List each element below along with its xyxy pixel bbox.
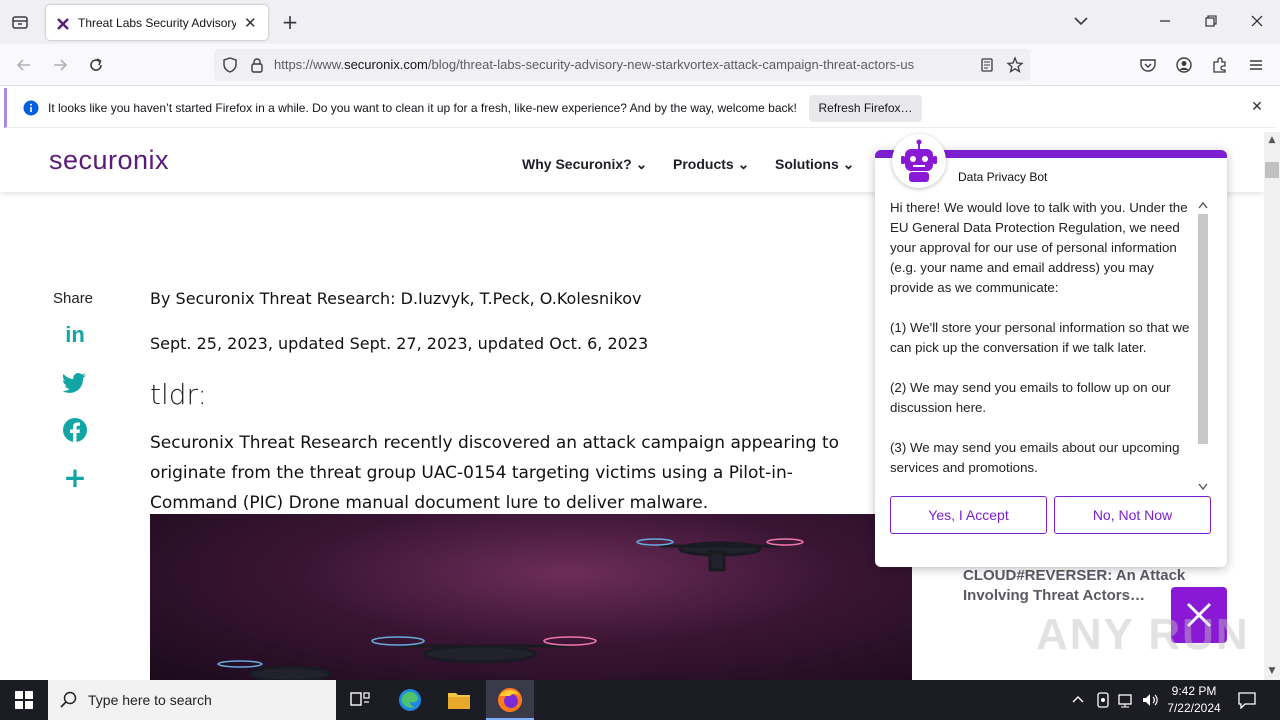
article-byline: By Securonix Threat Research: D.Iuzvyk, … — [150, 289, 642, 308]
reload-icon[interactable] — [87, 56, 105, 77]
article-dates: Sept. 25, 2023, updated Sept. 27, 2023, … — [150, 334, 649, 353]
tab-close-icon[interactable]: ✕ — [244, 14, 257, 32]
tab-overview-icon[interactable] — [10, 13, 30, 34]
any-run-watermark: ANY RUN — [1036, 610, 1250, 659]
list-tabs-icon[interactable] — [1072, 13, 1090, 32]
minimize-icon[interactable] — [1157, 14, 1173, 30]
notifications-icon[interactable] — [1238, 691, 1256, 712]
reader-view-icon[interactable] — [979, 57, 995, 76]
twitter-icon[interactable] — [62, 372, 88, 398]
chat-scrollbar[interactable] — [1196, 198, 1210, 494]
file-explorer-icon[interactable] — [447, 689, 471, 714]
close-window-icon[interactable] — [1249, 14, 1265, 30]
chat-message: Hi there! We would love to talk with you… — [890, 198, 1195, 480]
securonix-favicon-icon — [56, 16, 70, 30]
decline-button[interactable]: No, Not Now — [1054, 496, 1211, 534]
tldr-heading: tldr: — [150, 378, 207, 411]
page-scrollbar[interactable]: ▲ ▼ — [1264, 132, 1280, 680]
url-text[interactable]: https://www.securonix.com/blog/threat-la… — [274, 57, 974, 72]
chevron-down-icon: ⌄ — [635, 156, 648, 172]
chat-paragraph: (1) We'll store your personal informatio… — [890, 320, 1190, 355]
accept-button[interactable]: Yes, I Accept — [890, 496, 1047, 534]
page-scrollbar-thumb[interactable] — [1265, 162, 1279, 178]
nav-solutions[interactable]: Solutions ⌄ — [775, 156, 854, 173]
bot-name: Data Privacy Bot — [958, 170, 1048, 184]
windows-start-icon[interactable] — [15, 691, 33, 712]
clock-date: 7/22/2024 — [1167, 701, 1221, 715]
browser-tab[interactable]: Threat Labs Security Advisory: N ✕ — [46, 5, 268, 40]
clock-time: 9:42 PM — [1171, 684, 1217, 698]
new-tab-icon[interactable]: + — [281, 12, 299, 32]
back-icon[interactable] — [15, 56, 33, 77]
search-icon — [60, 691, 78, 712]
chat-paragraph: (2) We may send you emails to follow up … — [890, 380, 1171, 415]
info-icon — [23, 100, 39, 119]
pocket-icon[interactable] — [1139, 56, 1157, 77]
chat-paragraph: Hi there! We would love to talk with you… — [890, 200, 1188, 295]
firefox-notification-bar: It looks like you haven’t started Firefo… — [4, 88, 1276, 128]
system-clock[interactable]: 9:42 PM 7/22/2024 — [1162, 683, 1226, 717]
windows-taskbar: Type here to search 9:42 PM 7/22/2024 — [0, 680, 1280, 720]
tracking-protection-shield-icon[interactable] — [222, 57, 238, 76]
nav-why-securonix[interactable]: Why Securonix? ⌄ — [522, 156, 647, 173]
bookmark-star-icon[interactable] — [1006, 56, 1024, 77]
chevron-down-icon: ⌄ — [842, 156, 855, 172]
scroll-down-arrow-icon[interactable]: ▼ — [1267, 667, 1277, 676]
refresh-firefox-button[interactable]: Refresh Firefox… — [809, 95, 922, 122]
search-placeholder: Type here to search — [88, 692, 212, 708]
chevron-down-icon: ⌄ — [737, 156, 750, 172]
lock-icon[interactable] — [249, 57, 265, 76]
address-bar[interactable]: https://www.securonix.com/blog/threat-la… — [214, 49, 1030, 81]
chat-paragraph: (3) We may send you emails about our upc… — [890, 440, 1180, 475]
scroll-up-arrow-icon[interactable]: ▲ — [1267, 136, 1277, 145]
tab-bar: Threat Labs Security Advisory: N ✕ + — [0, 0, 1280, 44]
navigation-toolbar: https://www.securonix.com/blog/threat-la… — [0, 44, 1280, 86]
bot-avatar — [892, 134, 946, 188]
tab-title: Threat Labs Security Advisory: N — [78, 15, 236, 30]
firefox-taskbar-button[interactable] — [486, 680, 534, 720]
notification-message: It looks like you haven’t started Firefo… — [48, 101, 797, 115]
volume-icon[interactable] — [1142, 692, 1160, 711]
device-icon[interactable] — [1096, 692, 1110, 711]
edge-icon[interactable] — [398, 688, 422, 715]
firefox-icon — [498, 688, 522, 712]
article-summary: Securonix Threat Research recently disco… — [150, 433, 840, 513]
share-label: Share — [53, 290, 94, 307]
extensions-icon[interactable] — [1211, 56, 1229, 77]
facebook-icon[interactable] — [62, 418, 88, 444]
linkedin-icon[interactable]: in — [62, 322, 88, 348]
network-icon[interactable] — [1118, 692, 1136, 711]
forward-icon[interactable] — [51, 56, 69, 77]
taskbar-search-box[interactable]: Type here to search — [48, 680, 336, 720]
show-hidden-icons-chevron-icon[interactable] — [1071, 693, 1085, 710]
more-share-plus-icon[interactable]: + — [62, 464, 88, 492]
app-menu-icon[interactable] — [1247, 56, 1265, 77]
notification-close-icon[interactable]: ✕ — [1250, 100, 1264, 114]
drone-hero-image — [150, 514, 912, 680]
restore-icon[interactable] — [1203, 14, 1219, 30]
task-view-icon[interactable] — [350, 691, 370, 712]
account-icon[interactable] — [1175, 56, 1193, 77]
nav-products[interactable]: Products ⌄ — [673, 156, 749, 173]
securonix-logo[interactable]: securonix — [49, 145, 169, 176]
